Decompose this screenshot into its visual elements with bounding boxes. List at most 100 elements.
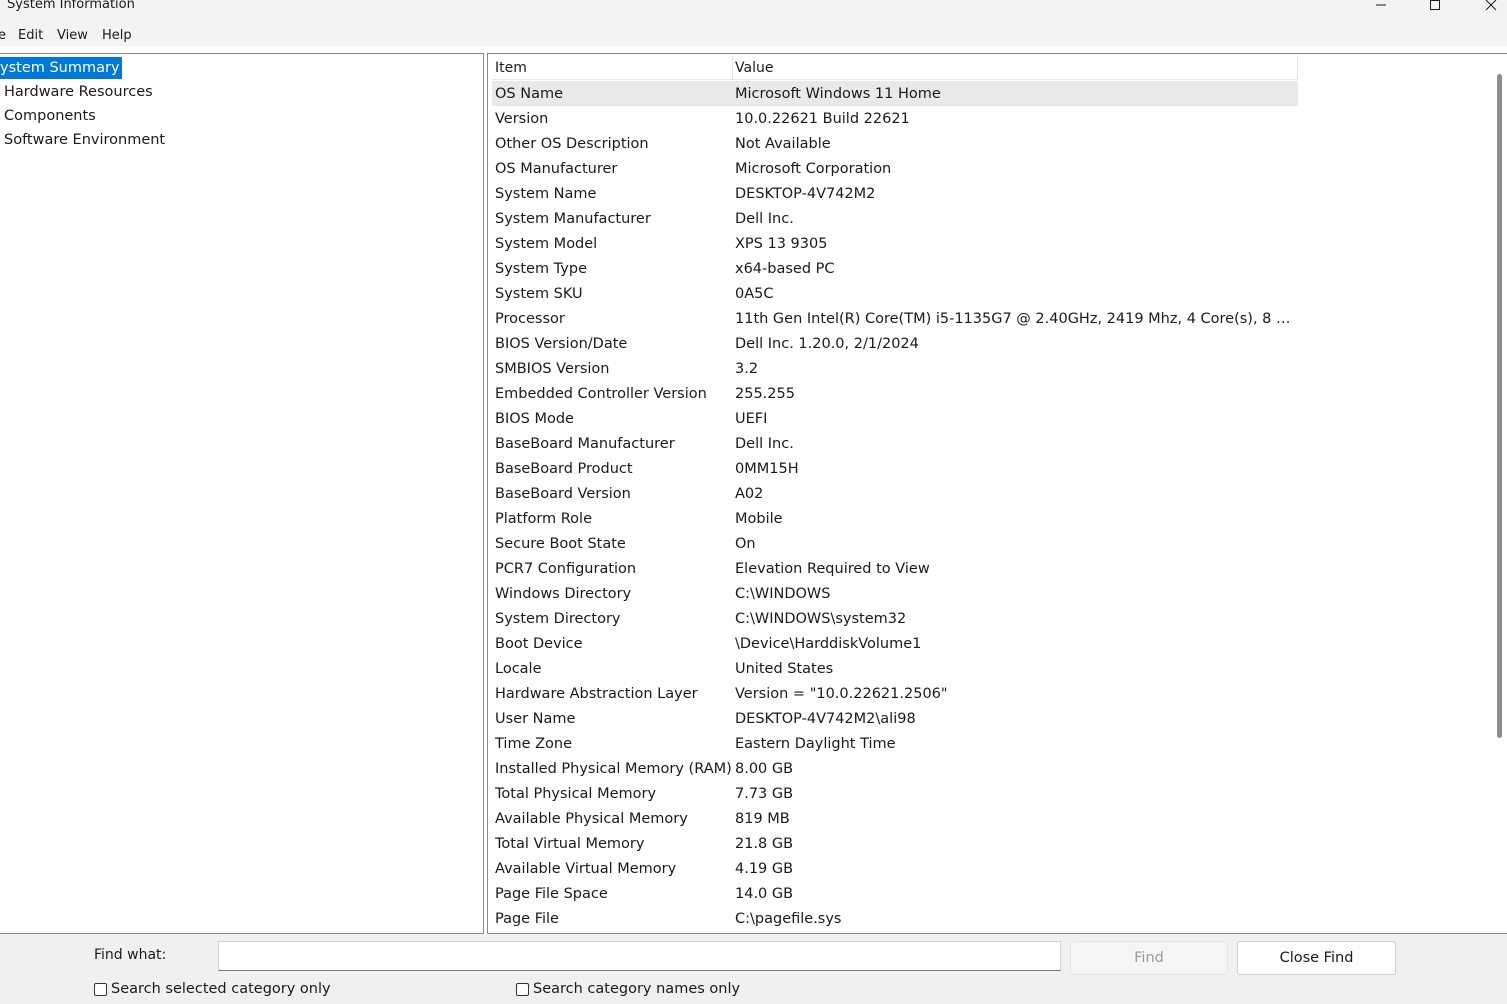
column-header-item[interactable]: Item (495, 54, 527, 80)
table-row[interactable]: BIOS Version/Date Dell Inc. 1.20.0, 2/1/2… (492, 331, 1298, 356)
row-item: Time Zone (495, 736, 573, 752)
table-row[interactable]: Page File C:\pagefile.sys (492, 906, 1298, 931)
table-row[interactable]: Total Physical Memory 7.73 GB (492, 781, 1298, 806)
table-row[interactable]: Total Virtual Memory 21.8 GB (492, 831, 1298, 856)
row-item: OS Manufacturer (495, 161, 618, 177)
search-names-checkbox[interactable] (516, 983, 529, 996)
vertical-scrollbar[interactable] (1497, 74, 1502, 738)
menu-file[interactable]: e (0, 28, 6, 43)
table-row[interactable]: Windows Directory C:\WINDOWS (492, 581, 1298, 606)
row-value: \Device\HarddiskVolume1 (735, 636, 922, 652)
row-value: C:\WINDOWS\system32 (735, 611, 907, 627)
close-find-button[interactable]: Close Find (1237, 941, 1396, 975)
row-value: 10.0.22621 Build 22621 (735, 111, 910, 127)
table-row[interactable]: User Name DESKTOP-4V742M2\ali98 (492, 706, 1298, 731)
column-divider-end[interactable] (1297, 56, 1298, 80)
table-row[interactable]: Secure Boot State On (492, 531, 1298, 556)
row-item: Windows Directory (495, 586, 632, 602)
row-value: A02 (735, 486, 764, 502)
row-value: Version = "10.0.22621.2506" (735, 686, 948, 702)
row-item: User Name (495, 711, 576, 727)
title-bar: System Information (0, 0, 1507, 24)
tree-item-software-environment[interactable]: Software Environment (4, 129, 165, 151)
table-row[interactable]: SMBIOS Version 3.2 (492, 356, 1298, 381)
menu-help[interactable]: Help (102, 28, 132, 43)
row-item: Available Physical Memory (495, 811, 688, 827)
table-row[interactable]: BaseBoard Version A02 (492, 481, 1298, 506)
table-row[interactable]: PCR7 Configuration Elevation Required to … (492, 556, 1298, 581)
table-row[interactable]: Installed Physical Memory (RAM) 8.00 GB (492, 756, 1298, 781)
row-item: System Model (495, 236, 598, 252)
table-row[interactable]: Available Virtual Memory 4.19 GB (492, 856, 1298, 881)
column-divider[interactable] (732, 56, 733, 80)
row-item: Total Virtual Memory (495, 836, 645, 852)
close-window-button[interactable] (1468, 0, 1507, 16)
table-row[interactable]: System Model XPS 13 9305 (492, 231, 1298, 256)
details-list[interactable]: Item Value OS Name Microsoft Windows 11 H… (487, 53, 1507, 934)
row-value: Dell Inc. (735, 436, 794, 452)
row-item: Boot Device (495, 636, 583, 652)
table-row[interactable]: System Type x64-based PC (492, 256, 1298, 281)
table-row[interactable]: Time Zone Eastern Daylight Time (492, 731, 1298, 756)
list-header: Item Value (492, 54, 1298, 80)
row-item: Page File (495, 911, 559, 927)
row-value: Dell Inc. 1.20.0, 2/1/2024 (735, 336, 919, 352)
row-item: Embedded Controller Version (495, 386, 707, 402)
row-item: Platform Role (495, 511, 593, 527)
table-row[interactable]: System Manufacturer Dell Inc. (492, 206, 1298, 231)
column-header-value[interactable]: Value (735, 54, 773, 80)
row-value: 0A5C (735, 286, 774, 302)
minimize-button[interactable] (1358, 0, 1404, 16)
tree-item-hardware-resources[interactable]: Hardware Resources (4, 81, 153, 103)
maximize-button[interactable] (1412, 0, 1458, 16)
search-selected-checkbox[interactable] (94, 983, 107, 996)
table-row[interactable]: Other OS Description Not Available (492, 131, 1298, 156)
row-value: United States (735, 661, 834, 677)
table-row[interactable]: Processor 11th Gen Intel(R) Core(TM) i5-1… (492, 306, 1298, 331)
table-row[interactable]: BIOS Mode UEFI (492, 406, 1298, 431)
table-row[interactable]: Platform Role Mobile (492, 506, 1298, 531)
row-item: OS Name (495, 86, 564, 102)
row-value: Microsoft Windows 11 Home (735, 86, 941, 102)
row-item: Secure Boot State (495, 536, 626, 552)
table-row[interactable]: System SKU 0A5C (492, 281, 1298, 306)
tree-item-system-summary[interactable]: ystem Summary (0, 57, 122, 79)
category-tree[interactable]: ystem Summary Hardware Resources Compone… (0, 53, 484, 934)
row-value: 4.19 GB (735, 861, 794, 877)
table-row[interactable]: Boot Device \Device\HarddiskVolume1 (492, 631, 1298, 656)
row-value: Mobile (735, 511, 783, 527)
table-row[interactable]: BaseBoard Manufacturer Dell Inc. (492, 431, 1298, 456)
row-value: UEFI (735, 411, 768, 427)
find-what-label: Find what: (94, 947, 167, 963)
table-row[interactable]: Available Physical Memory 819 MB (492, 806, 1298, 831)
row-item: Installed Physical Memory (RAM) (495, 761, 732, 777)
menu-view[interactable]: View (57, 28, 88, 43)
row-item: System Type (495, 261, 587, 277)
table-row[interactable]: OS Name Microsoft Windows 11 Home (492, 81, 1298, 106)
table-row[interactable]: Page File Space 14.0 GB (492, 881, 1298, 906)
menu-edit[interactable]: Edit (18, 28, 43, 43)
row-value: 21.8 GB (735, 836, 794, 852)
table-row[interactable]: Embedded Controller Version 255.255 (492, 381, 1298, 406)
row-item: Other OS Description (495, 136, 649, 152)
table-row[interactable]: Locale United States (492, 656, 1298, 681)
row-value: Microsoft Corporation (735, 161, 892, 177)
row-item: BaseBoard Product (495, 461, 633, 477)
table-row[interactable]: System Directory C:\WINDOWS\system32 (492, 606, 1298, 631)
table-row[interactable]: System Name DESKTOP-4V742M2 (492, 181, 1298, 206)
row-item: BIOS Version/Date (495, 336, 628, 352)
table-row[interactable]: OS Manufacturer Microsoft Corporation (492, 156, 1298, 181)
row-value: Eastern Daylight Time (735, 736, 896, 752)
find-input[interactable] (218, 941, 1061, 971)
row-value: x64-based PC (735, 261, 835, 277)
table-row[interactable]: Version 10.0.22621 Build 22621 (492, 106, 1298, 131)
menu-bar: e Edit View Help (0, 24, 1507, 46)
table-row[interactable]: Hardware Abstraction Layer Version = "10.… (492, 681, 1298, 706)
row-value: 3.2 (735, 361, 759, 377)
row-item: Version (495, 111, 549, 127)
find-button[interactable]: Find (1070, 941, 1228, 975)
row-value: DESKTOP-4V742M2\ali98 (735, 711, 916, 727)
tree-item-components[interactable]: Components (4, 105, 96, 127)
table-row[interactable]: BaseBoard Product 0MM15H (492, 456, 1298, 481)
find-bar: Find what: Find Close Find Search select… (0, 934, 1507, 1004)
